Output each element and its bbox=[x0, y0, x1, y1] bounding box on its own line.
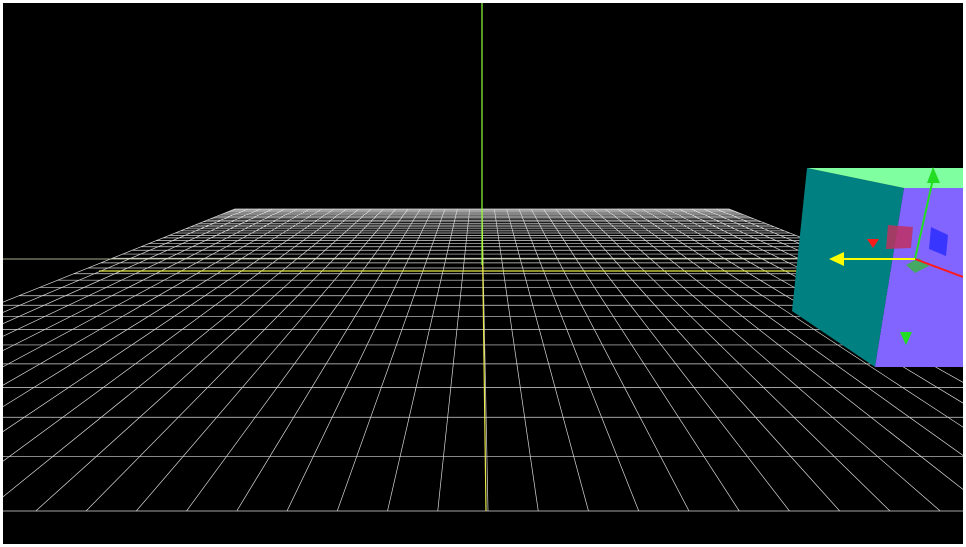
3d-viewport[interactable] bbox=[3, 3, 963, 544]
scene-canvas[interactable] bbox=[3, 3, 963, 544]
gizmo-xy-plane-handle[interactable] bbox=[886, 225, 913, 249]
